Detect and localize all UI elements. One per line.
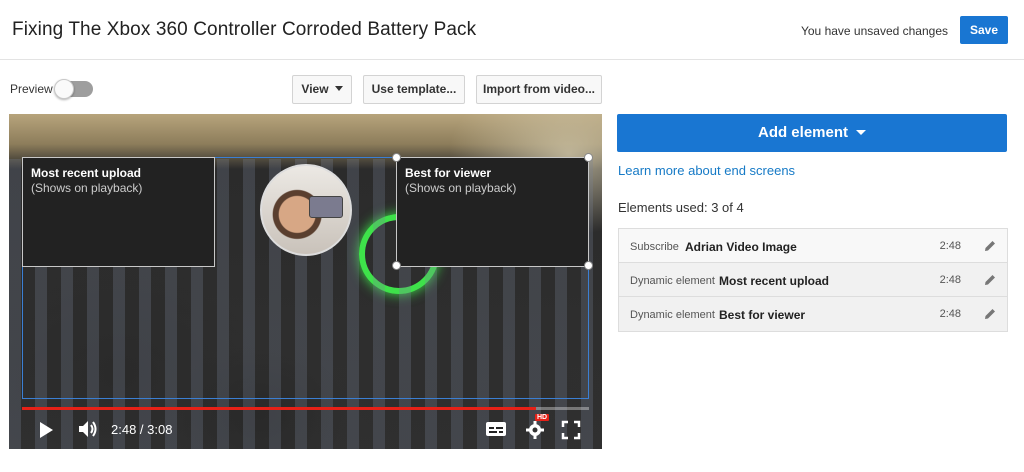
end-screen-card-best-for-viewer[interactable]: Best for viewer (Shows on playback) [396,157,589,267]
resize-handle-top-right[interactable] [584,153,593,162]
volume-icon[interactable] [77,419,99,439]
video-player[interactable]: Most recent upload (Shows on playback) B… [9,114,602,449]
preview-toggle[interactable] [54,79,93,99]
settings-gear-icon[interactable] [524,418,546,440]
element-name: Best for viewer [719,308,806,322]
element-row[interactable]: Dynamic element Best for viewer 2:48 [619,297,1007,331]
element-row[interactable]: Dynamic element Most recent upload 2:48 [619,263,1007,297]
resize-handle-bottom-left[interactable] [392,261,401,270]
time-display: 2:48 / 3:08 [111,422,173,437]
preview-label: Preview [10,82,53,96]
add-element-button[interactable]: Add element [617,114,1007,152]
element-name: Most recent upload [719,274,830,288]
phone-icon [309,196,343,218]
resize-handle-bottom-right[interactable] [584,261,593,270]
card-subtitle: (Shows on playback) [405,181,517,195]
player-controls: 2:48 / 3:08 HD [9,410,602,449]
end-screen-card-recent-upload[interactable]: Most recent upload (Shows on playback) [22,157,215,267]
subscribe-avatar-element[interactable] [260,164,352,256]
element-name: Adrian Video Image [685,240,797,254]
element-time: 2:48 [939,308,961,320]
subtitles-icon[interactable] [485,420,507,438]
chevron-down-icon [856,129,866,135]
toggle-knob [54,79,74,99]
view-label: View [301,82,329,96]
edit-pencil-icon[interactable] [983,239,997,253]
element-row[interactable]: Subscribe Adrian Video Image 2:48 [619,229,1007,263]
add-element-label: Add element [757,124,848,141]
fullscreen-icon[interactable] [561,420,581,440]
chevron-down-icon [334,86,343,92]
card-subtitle: (Shows on playback) [31,181,143,195]
save-button[interactable]: Save [960,16,1008,44]
elements-list: Subscribe Adrian Video Image 2:48 Dynami… [618,228,1008,332]
element-type: Subscribe [630,241,679,253]
use-template-button[interactable]: Use template... [363,75,465,104]
learn-more-link[interactable]: Learn more about end screens [618,163,795,178]
import-from-video-button[interactable]: Import from video... [476,75,602,104]
unsaved-status: You have unsaved changes [800,24,948,38]
element-time: 2:48 [939,240,961,252]
view-dropdown-button[interactable]: View [292,75,352,104]
elements-used-count: Elements used: 3 of 4 [618,200,744,215]
edit-pencil-icon[interactable] [983,273,997,287]
card-title: Best for viewer [405,166,492,180]
card-title: Most recent upload [31,166,142,180]
resize-handle-top-left[interactable] [392,153,401,162]
page-title: Fixing The Xbox 360 Controller Corroded … [12,19,477,40]
hd-badge: HD [535,414,550,421]
element-time: 2:48 [939,274,961,286]
editor-header: Fixing The Xbox 360 Controller Corroded … [0,0,1024,60]
element-type: Dynamic element [630,275,715,287]
element-type: Dynamic element [630,309,715,321]
play-icon[interactable] [40,422,53,438]
edit-pencil-icon[interactable] [983,307,997,321]
